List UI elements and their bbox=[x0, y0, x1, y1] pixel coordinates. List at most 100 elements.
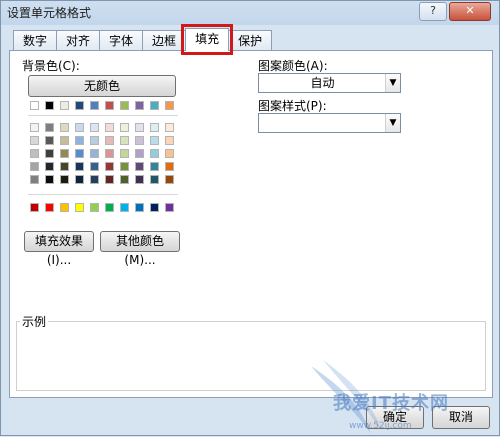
color-swatch[interactable] bbox=[60, 149, 69, 158]
color-swatch[interactable] bbox=[150, 123, 159, 132]
color-swatch[interactable] bbox=[90, 149, 99, 158]
color-swatch[interactable] bbox=[165, 136, 174, 145]
color-swatch[interactable] bbox=[165, 162, 174, 171]
color-swatch[interactable] bbox=[45, 123, 54, 132]
color-swatch[interactable] bbox=[150, 162, 159, 171]
chevron-down-icon: ▼ bbox=[385, 74, 400, 92]
color-swatch[interactable] bbox=[75, 203, 84, 212]
color-swatch[interactable] bbox=[75, 123, 84, 132]
color-swatch[interactable] bbox=[120, 203, 129, 212]
color-swatch[interactable] bbox=[150, 136, 159, 145]
tab-number[interactable]: 数字 bbox=[13, 30, 58, 50]
color-swatch[interactable] bbox=[90, 101, 99, 110]
color-swatch[interactable] bbox=[90, 175, 99, 184]
color-swatch[interactable] bbox=[45, 203, 54, 212]
more-colors-button[interactable]: 其他颜色(M)... bbox=[100, 231, 180, 267]
sample-preview bbox=[16, 321, 486, 391]
color-swatch[interactable] bbox=[165, 203, 174, 212]
color-swatch[interactable] bbox=[135, 175, 144, 184]
palette-divider bbox=[28, 115, 178, 116]
color-swatch[interactable] bbox=[135, 162, 144, 171]
color-swatch[interactable] bbox=[150, 175, 159, 184]
color-swatch[interactable] bbox=[45, 101, 54, 110]
pattern-style-label: 图案样式(P): bbox=[258, 99, 327, 113]
color-swatch[interactable] bbox=[120, 136, 129, 145]
color-swatch[interactable] bbox=[135, 101, 144, 110]
theme-color-row bbox=[30, 101, 174, 110]
color-swatch[interactable] bbox=[60, 136, 69, 145]
pattern-color-value: 自动 bbox=[310, 76, 335, 90]
color-swatch[interactable] bbox=[90, 203, 99, 212]
no-color-button[interactable]: 无颜色 bbox=[28, 75, 176, 97]
color-swatch[interactable] bbox=[75, 175, 84, 184]
tab-font[interactable]: 字体 bbox=[99, 30, 144, 50]
color-swatch[interactable] bbox=[30, 149, 39, 158]
color-swatch[interactable] bbox=[120, 149, 129, 158]
color-swatch[interactable] bbox=[60, 162, 69, 171]
color-swatch[interactable] bbox=[105, 175, 114, 184]
close-button[interactable]: ✕ bbox=[449, 2, 491, 21]
color-swatch[interactable] bbox=[60, 101, 69, 110]
color-swatch[interactable] bbox=[165, 175, 174, 184]
title-bar[interactable]: 设置单元格格式 ? ✕ bbox=[1, 1, 499, 23]
color-swatch[interactable] bbox=[105, 203, 114, 212]
color-swatch[interactable] bbox=[150, 101, 159, 110]
color-swatch[interactable] bbox=[120, 123, 129, 132]
tab-border[interactable]: 边框 bbox=[142, 30, 187, 50]
color-swatch[interactable] bbox=[30, 175, 39, 184]
tab-alignment[interactable]: 对齐 bbox=[56, 30, 101, 50]
color-swatch[interactable] bbox=[60, 175, 69, 184]
watermark-url: www.52ij.com bbox=[349, 421, 412, 431]
pattern-color-dropdown[interactable]: 自动 ▼ bbox=[258, 73, 401, 93]
tab-strip: 数字 对齐 字体 边框 填充 保护 bbox=[13, 24, 273, 55]
color-swatch[interactable] bbox=[75, 101, 84, 110]
color-swatch[interactable] bbox=[105, 101, 114, 110]
color-swatch[interactable] bbox=[105, 162, 114, 171]
color-swatch[interactable] bbox=[45, 162, 54, 171]
color-swatch[interactable] bbox=[60, 123, 69, 132]
color-swatch[interactable] bbox=[30, 123, 39, 132]
color-swatch[interactable] bbox=[135, 123, 144, 132]
dialog-title: 设置单元格格式 bbox=[7, 6, 92, 20]
color-swatch[interactable] bbox=[45, 149, 54, 158]
format-cells-dialog: 设置单元格格式 ? ✕ 数字 对齐 字体 边框 填充 保护 背景色(C): 无颜… bbox=[0, 0, 500, 436]
background-color-label: 背景色(C): bbox=[22, 59, 80, 73]
color-swatch[interactable] bbox=[105, 123, 114, 132]
fill-effects-button[interactable]: 填充效果(I)... bbox=[24, 231, 94, 267]
color-swatch[interactable] bbox=[105, 136, 114, 145]
color-swatch[interactable] bbox=[120, 175, 129, 184]
color-swatch[interactable] bbox=[30, 162, 39, 171]
color-swatch[interactable] bbox=[45, 136, 54, 145]
color-swatch[interactable] bbox=[135, 149, 144, 158]
color-swatch[interactable] bbox=[105, 149, 114, 158]
color-swatch[interactable] bbox=[90, 123, 99, 132]
color-swatch[interactable] bbox=[120, 162, 129, 171]
color-swatch[interactable] bbox=[90, 136, 99, 145]
color-swatch[interactable] bbox=[165, 101, 174, 110]
watermark-text: 我爱IT技术网 bbox=[333, 393, 449, 414]
color-swatch[interactable] bbox=[120, 101, 129, 110]
color-swatch[interactable] bbox=[135, 203, 144, 212]
palette-divider bbox=[28, 194, 178, 195]
sample-label: 示例 bbox=[20, 313, 49, 330]
color-swatch[interactable] bbox=[150, 149, 159, 158]
color-swatch[interactable] bbox=[45, 175, 54, 184]
color-swatch[interactable] bbox=[75, 136, 84, 145]
color-swatch[interactable] bbox=[135, 136, 144, 145]
color-swatch[interactable] bbox=[75, 149, 84, 158]
pattern-color-label: 图案颜色(A): bbox=[258, 59, 328, 73]
pattern-style-dropdown[interactable]: ▼ bbox=[258, 113, 401, 133]
color-swatch[interactable] bbox=[30, 203, 39, 212]
help-button[interactable]: ? bbox=[419, 2, 447, 21]
color-swatch[interactable] bbox=[165, 149, 174, 158]
fill-panel: 背景色(C): 无颜色 填充效果(I)... 其他颜色(M)... 图案颜色(A… bbox=[9, 50, 493, 398]
color-swatch[interactable] bbox=[60, 203, 69, 212]
color-swatch[interactable] bbox=[30, 136, 39, 145]
color-swatch[interactable] bbox=[30, 101, 39, 110]
color-swatch[interactable] bbox=[90, 162, 99, 171]
tab-protection[interactable]: 保护 bbox=[228, 30, 273, 50]
color-swatch[interactable] bbox=[165, 123, 174, 132]
tab-fill[interactable]: 填充 bbox=[181, 24, 234, 55]
color-swatch[interactable] bbox=[75, 162, 84, 171]
color-swatch[interactable] bbox=[150, 203, 159, 212]
